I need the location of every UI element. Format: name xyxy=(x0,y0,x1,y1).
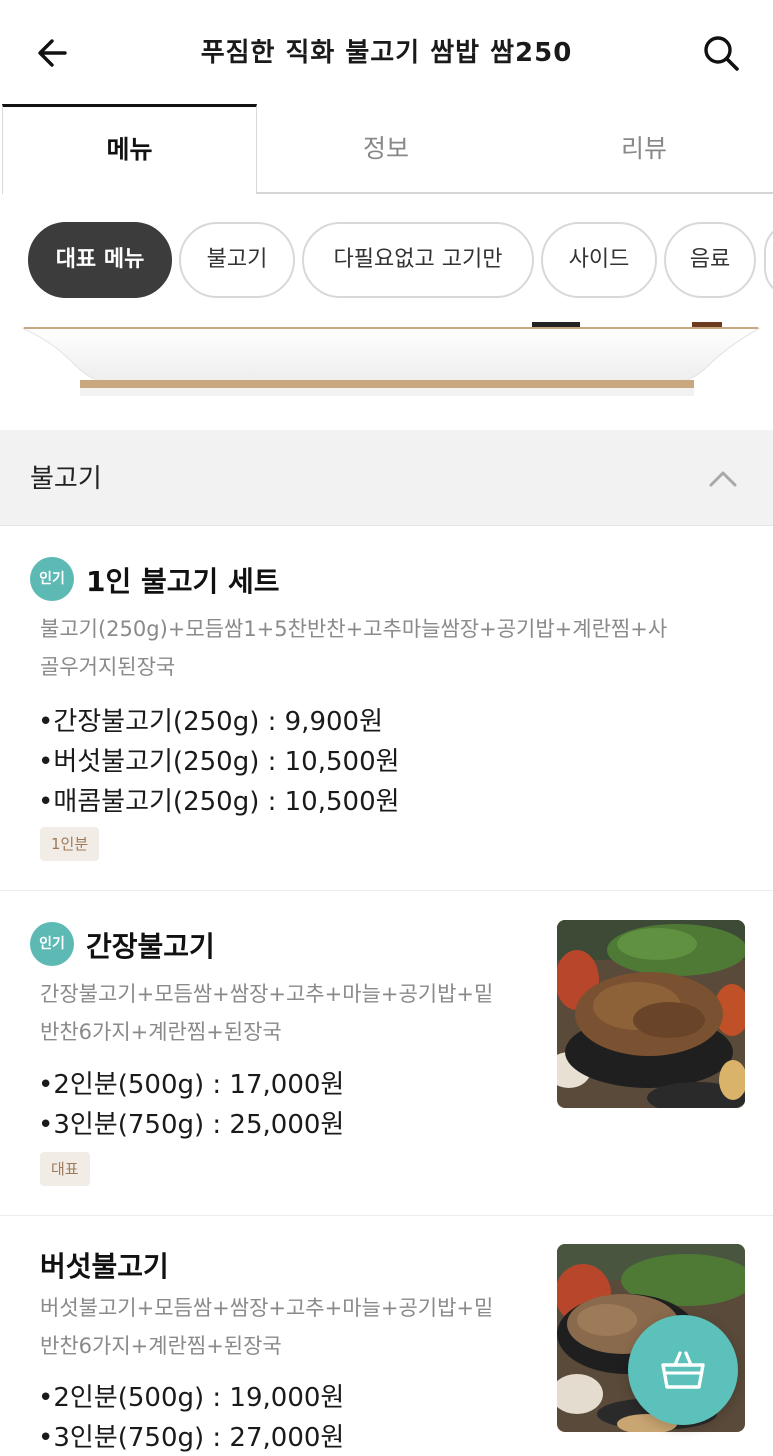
menu-item[interactable]: 인기 1인 불고기 세트 불고기(250g)+모듬쌈1+5찬반찬+고추마늘쌈장+… xyxy=(0,527,773,891)
item-description-line: 불고기(250g)+모듬쌈1+5찬반찬+고추마늘쌈장+공기밥+계란찜+사 xyxy=(40,617,668,641)
menu-item[interactable]: 인기 간장불고기 간장불고기+모듬쌈+쌈장+고추+마늘+공기밥+밑 반찬6가지+… xyxy=(0,892,773,1216)
banner-image xyxy=(21,322,761,400)
item-name: 버섯불고기 xyxy=(40,1250,169,1283)
search-button[interactable] xyxy=(698,30,744,76)
price-option: •2인분(500g) : 17,000원 xyxy=(38,1070,345,1100)
price-option: •버섯불고기(250g) : 10,500원 xyxy=(38,747,400,777)
category-chips: 대표 메뉴 불고기 다필요없고 고기만 사이드 음료 xyxy=(0,218,773,304)
tab-info[interactable]: 정보 xyxy=(258,104,514,194)
cart-button[interactable] xyxy=(628,1315,738,1425)
section-title: 불고기 xyxy=(30,464,102,494)
serving-tag: 1인분 xyxy=(40,827,100,861)
tab-menu[interactable]: 메뉴 xyxy=(2,104,257,194)
chip-featured[interactable]: 대표 메뉴 xyxy=(28,222,172,298)
item-name: 간장불고기 xyxy=(86,930,215,963)
item-description-line: 간장불고기+모듬쌈+쌈장+고추+마늘+공기밥+밑 xyxy=(40,982,494,1006)
item-photo xyxy=(557,920,745,1108)
price-option: •매콤불고기(250g) : 10,500원 xyxy=(38,787,400,817)
item-description-line: 반찬6가지+계란찜+된장국 xyxy=(40,1020,282,1044)
back-button[interactable] xyxy=(30,30,76,76)
search-icon xyxy=(704,36,739,71)
price-option: •3인분(750g) : 27,000원 xyxy=(38,1423,345,1453)
chip-drinks[interactable]: 음료 xyxy=(664,222,756,298)
popular-badge: 인기 xyxy=(30,922,74,966)
basket-icon xyxy=(661,1351,705,1389)
price-option: •2인분(500g) : 19,000원 xyxy=(38,1383,345,1413)
item-name: 1인 불고기 세트 xyxy=(86,565,280,598)
tab-bar: 메뉴 정보 리뷰 xyxy=(0,104,773,194)
signature-tag: 대표 xyxy=(40,1152,90,1186)
tab-reviews[interactable]: 리뷰 xyxy=(515,104,773,194)
chevron-up-icon xyxy=(709,471,737,487)
chip-bulgogi[interactable]: 불고기 xyxy=(179,222,295,298)
item-description-line: 버섯불고기+모듬쌈+쌈장+고추+마늘+공기밥+밑 xyxy=(40,1296,494,1320)
price-option: •간장불고기(250g) : 9,900원 xyxy=(38,707,383,737)
tab-divider xyxy=(257,192,773,194)
app-header: 푸짐한 직화 불고기 쌈밥 쌈250 xyxy=(0,0,773,104)
chip-more[interactable] xyxy=(764,222,773,298)
price-option: •3인분(750g) : 25,000원 xyxy=(38,1110,345,1140)
item-description-line: 골우거지된장국 xyxy=(40,655,176,679)
popular-badge: 인기 xyxy=(30,557,74,601)
chip-side[interactable]: 사이드 xyxy=(541,222,657,298)
item-description-line: 반찬6가지+계란찜+된장국 xyxy=(40,1334,282,1358)
page-title: 푸짐한 직화 불고기 쌈밥 쌈250 xyxy=(200,38,573,68)
section-header-bulgogi[interactable]: 불고기 xyxy=(0,430,773,526)
chip-meat-only[interactable]: 다필요없고 고기만 xyxy=(302,222,534,298)
arrow-left-icon xyxy=(38,39,67,67)
